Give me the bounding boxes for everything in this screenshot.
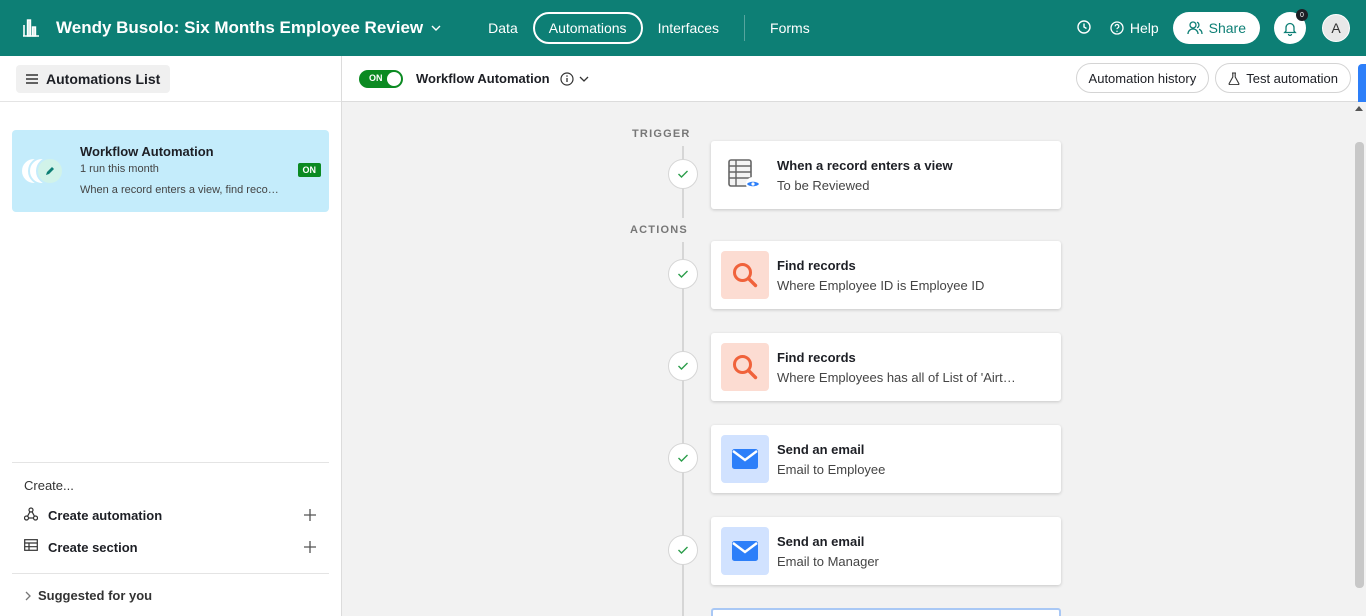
actions-section-label: ACTIONS — [630, 224, 688, 236]
action-step-card[interactable]: Send an email Email to Employee — [711, 425, 1061, 493]
step-check-icon — [668, 443, 698, 473]
user-avatar[interactable]: A — [1322, 14, 1350, 42]
top-right-actions: Help Share 0 A — [1076, 0, 1350, 56]
automation-header: ON Workflow Automation Automation histor… — [342, 56, 1366, 116]
info-dropdown[interactable] — [560, 71, 590, 86]
bell-icon — [1283, 22, 1297, 36]
create-label: Create... — [24, 478, 74, 493]
tab-data[interactable]: Data — [473, 12, 533, 44]
suggested-label: Suggested for you — [38, 588, 153, 603]
info-icon — [560, 71, 574, 86]
tab-interfaces[interactable]: Interfaces — [643, 12, 734, 44]
top-bar: Wendy Busolo: Six Months Employee Review… — [0, 0, 1366, 56]
search-icon — [721, 343, 769, 391]
table-icon — [24, 539, 40, 555]
people-icon — [1186, 21, 1203, 35]
help-icon — [1110, 21, 1124, 35]
action-step-card[interactable]: Find records Where Employee ID is Employ… — [711, 241, 1061, 309]
automation-card-description: When a record enters a view, find record… — [80, 184, 280, 196]
help-button[interactable]: Help — [1110, 20, 1159, 36]
search-icon — [721, 251, 769, 299]
hamburger-icon — [26, 73, 38, 84]
history-icon[interactable] — [1076, 19, 1094, 37]
base-logo-icon[interactable] — [22, 18, 42, 38]
mail-icon — [721, 527, 769, 575]
add-step-placeholder[interactable] — [711, 608, 1061, 616]
create-section-label: Create section — [48, 539, 138, 555]
action-subtitle: Email to Employee — [777, 462, 886, 477]
action-step-card[interactable]: Find records Where Employees has all of … — [711, 333, 1061, 401]
record-view-icon — [721, 151, 769, 199]
toggle-label: ON — [369, 72, 383, 83]
help-label: Help — [1129, 20, 1159, 36]
tab-automations[interactable]: Automations — [532, 12, 643, 44]
automation-card-runs: 1 run this month — [80, 163, 159, 175]
scroll-up-arrow-icon[interactable] — [1355, 106, 1363, 111]
create-section: Create... Create automation Create secti… — [12, 462, 329, 563]
trigger-section-label: TRIGGER — [632, 128, 691, 140]
automation-history-button[interactable]: Automation history — [1075, 63, 1210, 93]
tab-forms[interactable]: Forms — [755, 12, 825, 44]
step-check-icon — [668, 259, 698, 289]
automations-list-button[interactable]: Automations List — [16, 64, 171, 93]
share-label: Share — [1208, 20, 1246, 36]
create-section-button[interactable]: Create section — [12, 531, 329, 563]
scroll-thumb[interactable] — [1355, 142, 1364, 588]
trigger-step-card[interactable]: When a record enters a view To be Review… — [711, 141, 1061, 209]
automations-sidebar: Automations List Workflow Automation 1 r… — [0, 56, 342, 616]
automation-icon — [24, 507, 40, 523]
automation-on-toggle[interactable]: ON — [359, 69, 403, 88]
action-step-card[interactable]: Send an email Email to Manager — [711, 517, 1061, 585]
plus-icon[interactable] — [303, 540, 317, 554]
automations-list-label: Automations List — [46, 70, 161, 87]
pencil-icon — [36, 157, 64, 185]
action-subtitle: Email to Manager — [777, 554, 879, 569]
chevron-right-icon — [25, 591, 31, 600]
header-actions: Automation history Test automation — [1070, 63, 1351, 93]
notifications-button[interactable]: 0 — [1274, 9, 1308, 44]
workflow-name[interactable]: Workflow Automation — [416, 71, 550, 86]
automation-card[interactable]: Workflow Automation 1 run this month Whe… — [12, 130, 329, 212]
status-badge: ON — [297, 163, 321, 177]
create-automation-button[interactable]: Create automation — [12, 499, 329, 531]
action-title: Find records — [777, 350, 856, 365]
canvas-scrollbar[interactable] — [1352, 102, 1366, 616]
mail-icon — [721, 435, 769, 483]
chevron-down-icon[interactable] — [431, 22, 443, 34]
suggested-for-you-toggle[interactable]: Suggested for you — [12, 573, 329, 616]
chevron-down-icon — [579, 76, 589, 82]
action-title: Send an email — [777, 534, 865, 549]
step-check-icon — [668, 535, 698, 565]
step-check-icon — [668, 351, 698, 381]
automation-canvas: TRIGGER ACTIONS When a record enters a v… — [342, 102, 1352, 616]
flask-icon — [1228, 71, 1240, 85]
trigger-subtitle: To be Reviewed — [777, 178, 870, 193]
create-automation-label: Create automation — [48, 507, 163, 523]
step-check-icon — [668, 159, 698, 189]
action-title: Send an email — [777, 442, 865, 457]
sidebar-header: Automations List — [0, 56, 341, 102]
action-subtitle: Where Employees has all of List of 'Airt… — [777, 370, 1017, 385]
test-automation-label: Test automation — [1246, 70, 1338, 86]
action-title: Find records — [777, 258, 856, 273]
share-button[interactable]: Share — [1172, 12, 1260, 44]
action-subtitle: Where Employee ID is Employee ID — [777, 278, 985, 293]
plus-icon[interactable] — [303, 508, 317, 522]
test-automation-button[interactable]: Test automation — [1215, 63, 1351, 93]
notification-count-badge: 0 — [1296, 9, 1308, 21]
trigger-title: When a record enters a view — [777, 158, 953, 173]
toggle-knob — [387, 71, 401, 86]
nav-divider — [744, 15, 746, 41]
automation-card-title: Workflow Automation — [80, 144, 214, 159]
automation-steps-icons — [20, 157, 70, 185]
base-title[interactable]: Wendy Busolo: Six Months Employee Review — [56, 18, 423, 38]
